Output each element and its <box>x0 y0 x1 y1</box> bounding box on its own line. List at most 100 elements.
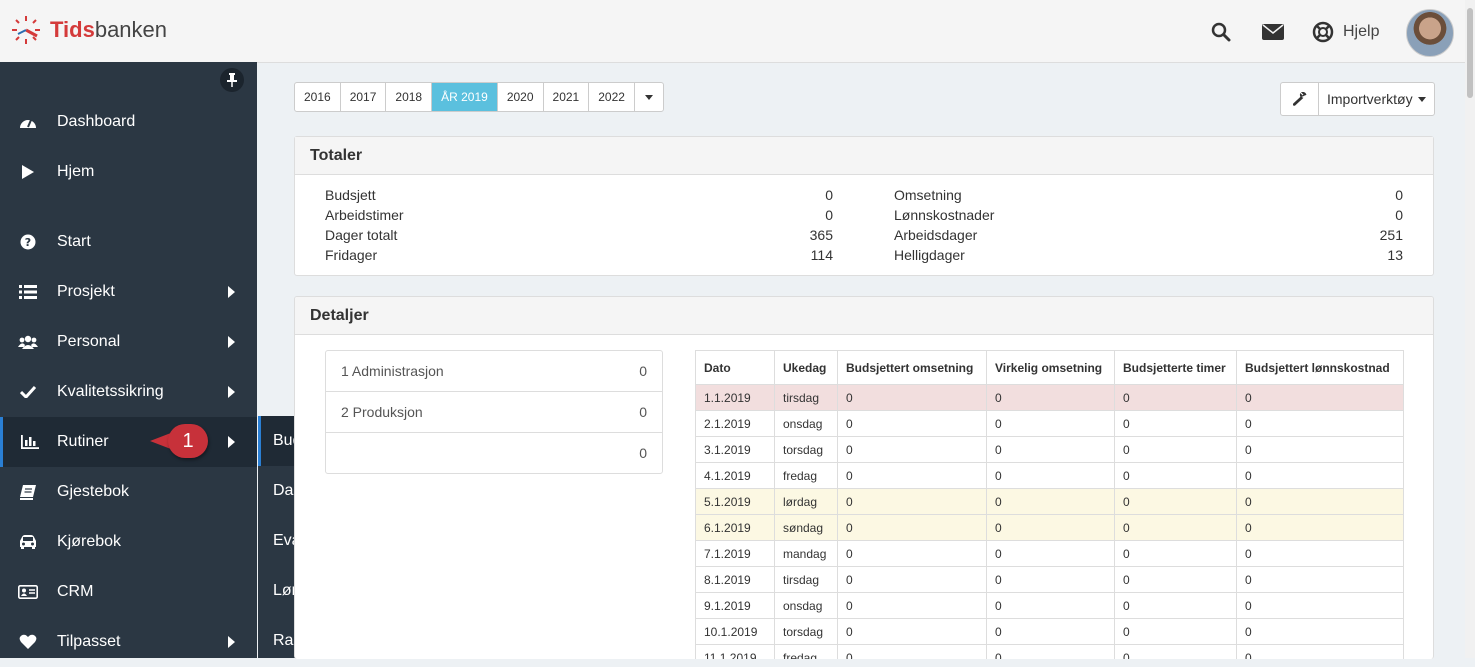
table-cell: 0 <box>986 644 1115 659</box>
sidebar: Dashboard Hjem ? Start Prosjekt Personal… <box>0 62 257 658</box>
table-cell: 0 <box>986 514 1115 541</box>
table-cell: 10.1.2019 <box>695 618 775 645</box>
search-icon[interactable] <box>1209 20 1233 44</box>
department-item[interactable]: 2 Produksjon 0 <box>326 392 662 433</box>
table-cell: 5.1.2019 <box>695 488 775 515</box>
table-cell: 0 <box>837 410 987 437</box>
pin-icon[interactable] <box>220 68 244 92</box>
sidebar-item-hjem[interactable]: Hjem <box>0 147 257 197</box>
year-button-2019[interactable]: ÅR 2019 <box>432 83 498 111</box>
sidebar-item-label: Gjestebok <box>57 483 130 500</box>
department-label: 2 Produksjon <box>341 404 423 420</box>
table-cell: 0 <box>986 540 1115 567</box>
year-button-2022[interactable]: 2022 <box>589 83 635 111</box>
sidebar-item-kvalitetssikring[interactable]: Kvalitetssikring <box>0 367 257 417</box>
table-cell: 0 <box>837 462 987 489</box>
table-cell: mandag <box>774 540 838 567</box>
car-icon <box>0 535 56 549</box>
table-cell: 0 <box>1236 644 1404 659</box>
page-scrollbar[interactable] <box>1465 0 1475 658</box>
year-button-2017[interactable]: 2017 <box>341 83 387 111</box>
panel-title: Detaljer <box>295 297 1433 335</box>
column-header[interactable]: Ukedag <box>774 350 838 385</box>
table-cell: onsdag <box>774 592 838 619</box>
table-cell: 0 <box>837 436 987 463</box>
department-value: 0 <box>639 445 647 461</box>
chevron-right-icon <box>228 636 235 648</box>
totaler-value: 0 <box>825 207 833 223</box>
table-row: 9.1.2019 onsdag 0 0 0 0 <box>695 592 1404 619</box>
bar-chart-icon <box>3 435 56 449</box>
totaler-value: 0 <box>1395 207 1403 223</box>
department-item[interactable]: 1 Administrasjon 0 <box>326 351 662 392</box>
table-cell: 0 <box>1114 410 1237 437</box>
sidebar-item-label: Start <box>57 233 91 250</box>
sidebar-item-gjestebok[interactable]: Gjestebok <box>0 467 257 517</box>
column-header[interactable]: Budsjetterte timer <box>1114 350 1237 385</box>
help-link[interactable]: Hjelp <box>1343 23 1379 41</box>
table-cell: tirsdag <box>774 566 838 593</box>
table-cell: lørdag <box>774 488 838 515</box>
table-cell: 0 <box>1114 384 1237 411</box>
mail-icon[interactable] <box>1261 20 1285 44</box>
year-selector: 2016 2017 2018 ÅR 2019 2020 2021 2022 <box>294 82 664 112</box>
totaler-label: Arbeidstimer <box>325 207 404 223</box>
year-dropdown-button[interactable] <box>635 83 663 111</box>
table-cell: 0 <box>1236 488 1404 515</box>
avatar[interactable] <box>1406 9 1454 57</box>
table-cell: fredag <box>774 644 838 659</box>
year-button-2016[interactable]: 2016 <box>295 83 341 111</box>
table-cell: onsdag <box>774 410 838 437</box>
department-item[interactable]: 0 <box>326 433 662 473</box>
sidebar-item-label: Kvalitetssikring <box>57 383 164 400</box>
table-cell: 0 <box>986 618 1115 645</box>
table-cell: 0 <box>1236 410 1404 437</box>
play-icon <box>0 164 56 180</box>
table-row: 2.1.2019 onsdag 0 0 0 0 <box>695 410 1404 437</box>
table-cell: 9.1.2019 <box>695 592 775 619</box>
sidebar-item-tilpasset[interactable]: Tilpasset <box>0 617 257 667</box>
dashboard-icon <box>0 115 56 129</box>
scrollbar-thumb[interactable] <box>1467 8 1473 98</box>
sidebar-item-personal[interactable]: Personal <box>0 317 257 367</box>
chevron-right-icon <box>228 386 235 398</box>
table-row: 1.1.2019 tirsdag 0 0 0 0 <box>695 384 1404 411</box>
table-cell: 0 <box>986 592 1115 619</box>
detaljer-panel: Detaljer 1 Administrasjon 0 2 Produksjon… <box>294 296 1434 659</box>
year-button-2020[interactable]: 2020 <box>498 83 544 111</box>
caret-down-icon <box>644 94 653 100</box>
sidebar-item-kjorebok[interactable]: Kjørebok <box>0 517 257 567</box>
sidebar-item-dashboard[interactable]: Dashboard <box>0 97 257 147</box>
sidebar-item-crm[interactable]: CRM <box>0 567 257 617</box>
table-row: 5.1.2019 lørdag 0 0 0 0 <box>695 488 1404 515</box>
import-tools-dropdown[interactable]: Importverktøy <box>1319 83 1434 115</box>
details-table: Dato Ukedag Budsjettert omsetning Virkel… <box>695 350 1404 659</box>
wrench-button[interactable] <box>1281 83 1319 115</box>
column-header[interactable]: Virkelig omsetning <box>986 350 1115 385</box>
sidebar-item-rutiner[interactable]: Rutiner <box>0 417 257 467</box>
sidebar-item-start[interactable]: ? Start <box>0 217 257 267</box>
table-cell: 7.1.2019 <box>695 540 775 567</box>
totaler-label: Budsjett <box>325 187 376 203</box>
top-bar: Tidsbanken Hjelp <box>0 0 1475 63</box>
column-header[interactable]: Budsjettert omsetning <box>837 350 987 385</box>
column-header[interactable]: Budsjettert lønnskostnad <box>1236 350 1404 385</box>
table-header-row: Dato Ukedag Budsjettert omsetning Virkel… <box>695 350 1404 385</box>
table-cell: 0 <box>1114 618 1237 645</box>
book-icon <box>0 484 56 500</box>
year-button-2021[interactable]: 2021 <box>544 83 590 111</box>
table-cell: torsdag <box>774 618 838 645</box>
lifebuoy-icon[interactable] <box>1311 20 1335 44</box>
logo[interactable]: Tidsbanken <box>10 14 167 46</box>
users-icon <box>0 335 56 349</box>
totaler-label: Fridager <box>325 247 378 263</box>
table-cell: 0 <box>837 514 987 541</box>
totaler-value: 0 <box>1395 187 1403 203</box>
year-button-2018[interactable]: 2018 <box>386 83 433 111</box>
totaler-label: Omsetning <box>894 187 962 203</box>
table-cell: 0 <box>1236 462 1404 489</box>
sidebar-item-prosjekt[interactable]: Prosjekt <box>0 267 257 317</box>
table-cell: 0 <box>1114 436 1237 463</box>
table-cell: 0 <box>1114 644 1237 659</box>
column-header[interactable]: Dato <box>695 350 775 385</box>
